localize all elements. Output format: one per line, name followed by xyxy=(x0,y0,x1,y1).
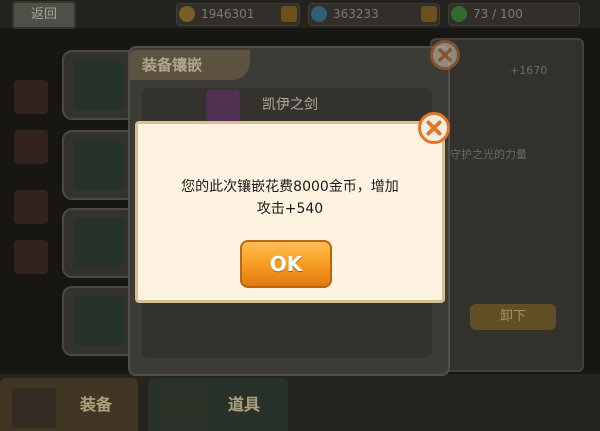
close-icon xyxy=(426,120,442,136)
dialog-message-line: 您的此次镶嵌花费8000金币，增加 xyxy=(181,179,399,195)
close-dialog-button[interactable] xyxy=(418,112,450,144)
ok-button[interactable]: OK xyxy=(240,240,332,288)
dialog-message-line: 攻击+540 xyxy=(256,201,324,217)
dialog-message: 您的此次镶嵌花费8000金币，增加 攻击+540 xyxy=(160,176,420,220)
